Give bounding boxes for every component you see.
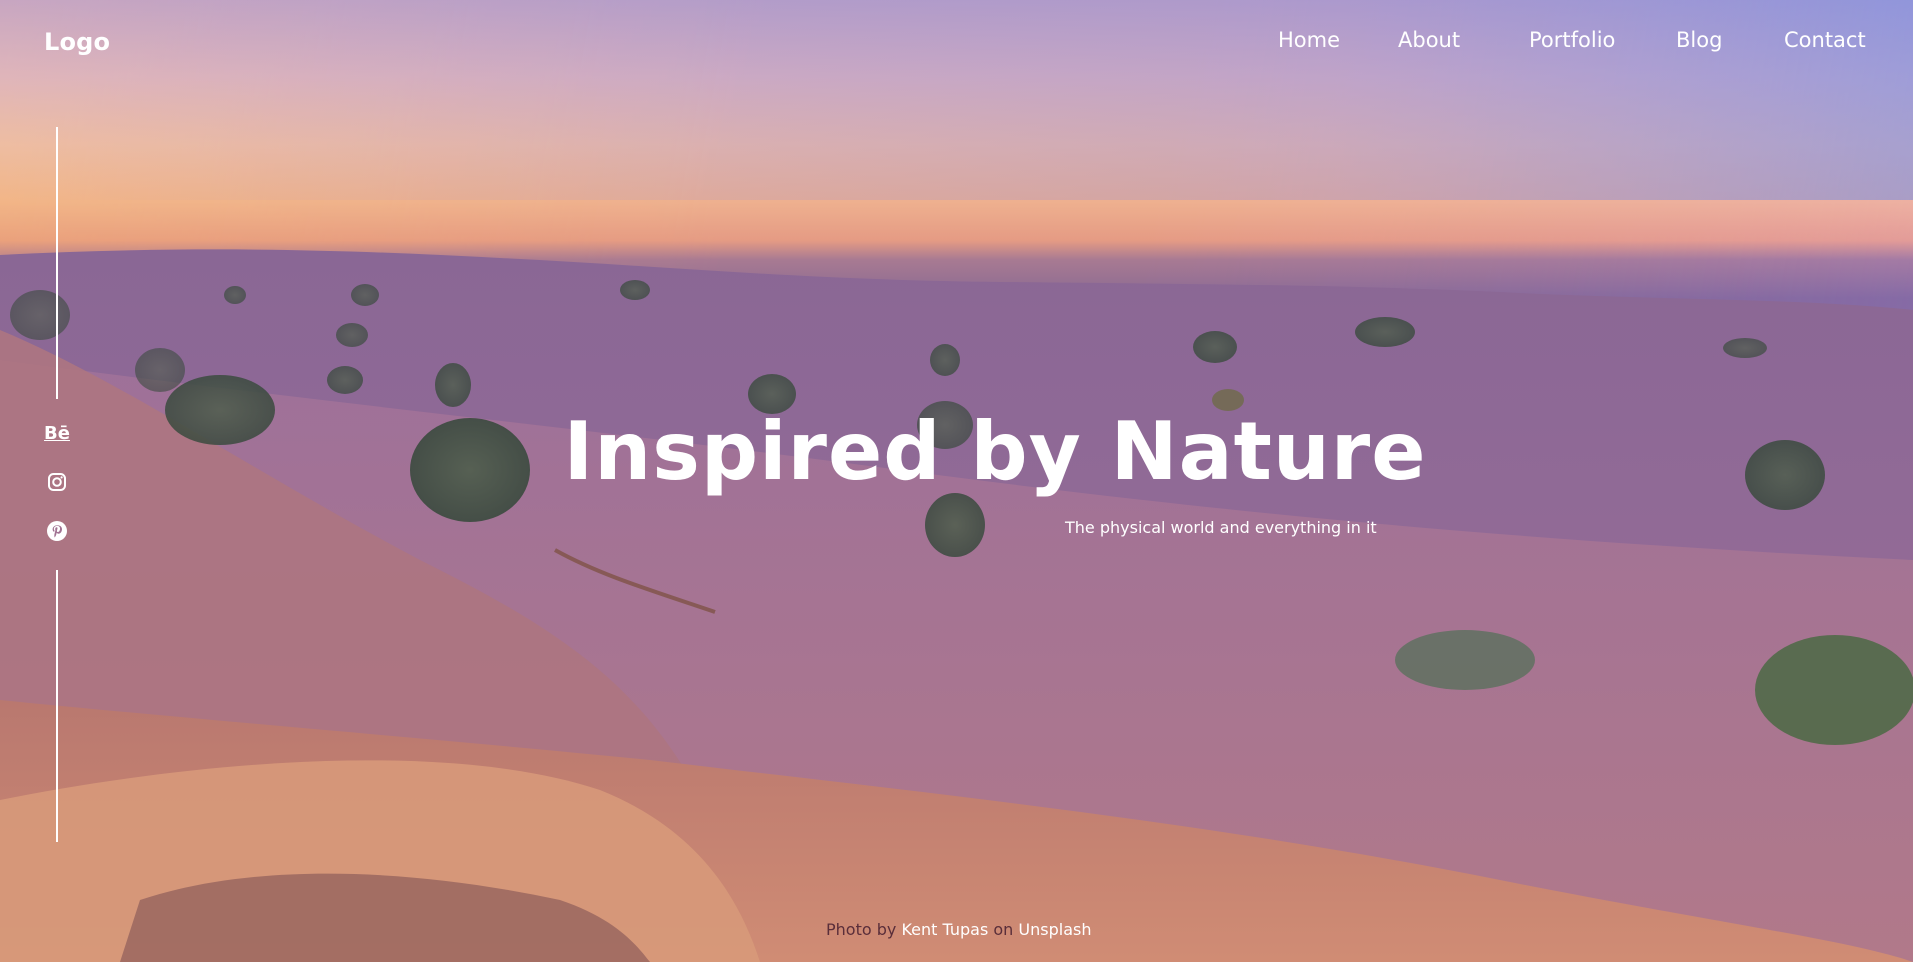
sidebar-divider-top <box>56 127 58 399</box>
site-logo[interactable]: Logo <box>44 28 110 56</box>
credit-prefix: Photo by <box>826 920 897 939</box>
photo-credit: Photo by Kent Tupas on Unsplash <box>826 920 1091 939</box>
pinterest-icon[interactable] <box>44 520 70 542</box>
sidebar-divider-bottom <box>56 570 58 842</box>
credit-author-link[interactable]: Kent Tupas <box>901 920 988 939</box>
hero-page: Logo Home About Portfolio Blog Contact B… <box>0 0 1913 962</box>
nav-about[interactable]: About <box>1398 28 1460 52</box>
nav-contact[interactable]: Contact <box>1784 28 1866 52</box>
nav-home[interactable]: Home <box>1278 28 1340 52</box>
hero-title: Inspired by Nature <box>563 405 1427 498</box>
hero-subtitle: The physical world and everything in it <box>1065 518 1377 537</box>
nav-blog[interactable]: Blog <box>1676 28 1722 52</box>
credit-on: on <box>993 920 1014 939</box>
credit-site-link[interactable]: Unsplash <box>1018 920 1091 939</box>
nav-portfolio[interactable]: Portfolio <box>1529 28 1615 52</box>
